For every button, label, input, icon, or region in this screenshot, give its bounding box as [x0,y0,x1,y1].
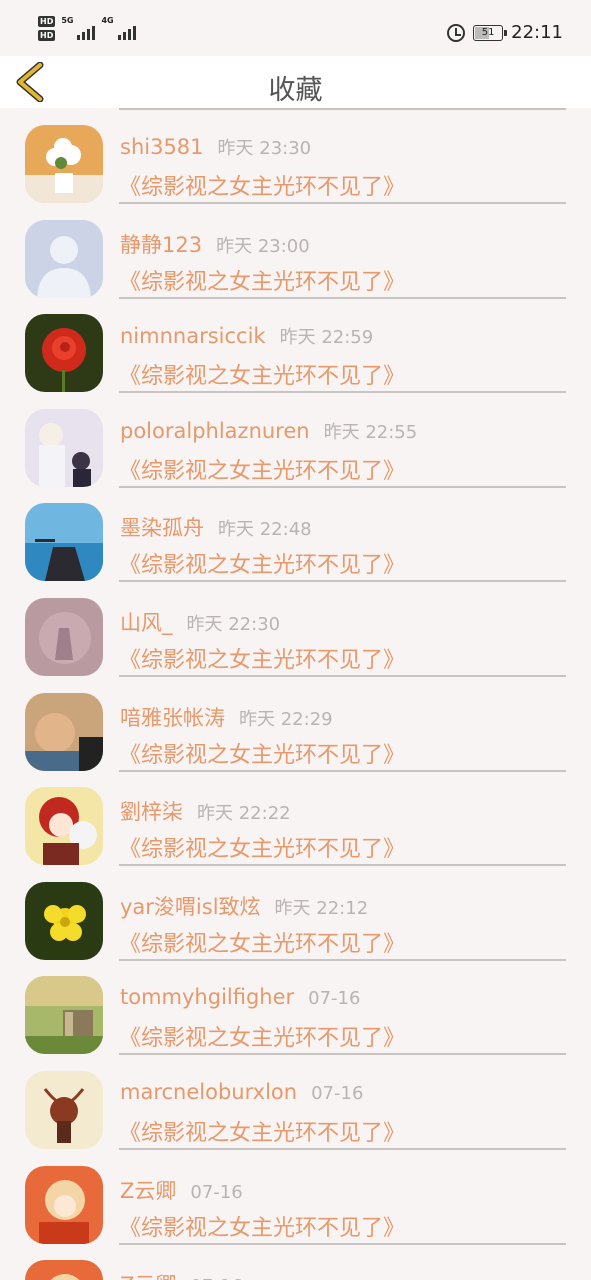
user-meta-line: poloralphlaznuren 昨天 22:55 [120,418,417,444]
user-name[interactable]: Z云卿 [120,1273,176,1280]
favorite-list-item[interactable]: shi3581 昨天 23:30 《综影视之女主光环不见了》 [0,108,591,204]
favorite-time: 昨天 22:29 [239,708,333,730]
user-meta-line: Z云卿 07-16 [120,1269,243,1280]
hd-badge-2: HD [38,30,56,41]
user-name[interactable]: Z云卿 [120,1179,176,1203]
book-title-link[interactable]: 《综影视之女主光环不见了》 [119,453,405,485]
favorite-time: 昨天 22:30 [186,614,281,635]
user-name[interactable]: 劉梓柒 [120,800,183,824]
favorite-list-item[interactable]: nimnnarsiccik 昨天 22:59 《综影视之女主光环不见了》 [0,297,591,394]
header-bar: 收藏 [0,56,591,108]
book-title-link[interactable]: 《综影视之女主光环不见了》 [119,169,405,201]
status-clock: 22:11 [511,22,563,43]
favorite-time: 昨天 22:59 [279,327,374,349]
user-meta-line: 喑雅张帐涛 昨天 22:29 [120,702,333,732]
book-title-link[interactable]: 《综影视之女主光环不见了》 [119,358,405,390]
user-meta-line: tommyhgilfigher 07-16 [120,985,360,1009]
book-title-link[interactable]: 《综影视之女主光环不见了》 [119,1210,405,1242]
battery-level: 51 [481,26,495,38]
alarm-icon [447,23,466,42]
favorite-time: 07-16 [190,1276,242,1280]
favorite-time: 07-16 [311,1083,364,1104]
user-name[interactable]: 静静123 [120,233,202,257]
battery-icon: 51 [473,24,508,41]
avatar[interactable] [25,314,103,393]
book-title-link[interactable]: 《综影视之女主光环不见了》 [119,1020,405,1052]
avatar[interactable] [25,1165,103,1244]
favorite-list-item[interactable]: 劉梓柒 昨天 22:22 《综影视之女主光环不见了》 [0,770,591,867]
avatar[interactable] [25,1071,103,1149]
favorite-list-item[interactable]: 墨染孤舟 昨天 22:48 《综影视之女主光环不见了》 [0,486,591,583]
favorite-list-item[interactable]: Z云卿 07-16 [0,1243,591,1280]
user-name[interactable]: marcneloburxlon [120,1080,297,1104]
page-title: 收藏 [268,75,323,106]
user-name[interactable]: 喑雅张帐涛 [120,706,225,730]
user-meta-line: 山风_ 昨天 22:30 [120,607,280,637]
avatar[interactable] [25,408,103,487]
avatar[interactable] [25,976,103,1055]
favorite-list-item[interactable]: marcneloburxlon 07-16 《综影视之女主光环不见了》 [0,1054,591,1150]
book-title-link[interactable]: 《综影视之女主光环不见了》 [119,547,405,579]
favorite-list-item[interactable]: 喑雅张帐涛 昨天 22:29 《综影视之女主光环不见了》 [0,676,591,772]
network-4g-label: 4G [101,16,114,25]
avatar[interactable] [25,598,103,676]
book-title-link[interactable]: 《综影视之女主光环不见了》 [119,1115,405,1147]
hd-badge-1: HD [38,16,56,27]
avatar[interactable] [25,219,103,298]
user-meta-line: nimnnarsiccik 昨天 22:59 [120,323,373,349]
user-meta-line: 静静123 昨天 23:00 [120,229,310,259]
favorite-time: 昨天 22:48 [218,519,312,541]
favorite-time: 昨天 23:30 [217,138,312,159]
book-title-link[interactable]: 《综影视之女主光环不见了》 [119,926,405,958]
signal-icon [117,22,136,40]
favorite-time: 07-16 [190,1181,243,1203]
user-meta-line: Z云卿 07-16 [120,1175,243,1205]
favorite-time: 昨天 22:22 [197,803,291,825]
book-title-link[interactable]: 《综影视之女主光环不见了》 [119,642,405,674]
favorite-time: 07-16 [308,988,361,1010]
favorite-time: 昨天 22:55 [323,421,418,443]
signal-icon [77,22,96,40]
user-meta-line: 墨染孤舟 昨天 22:48 [120,512,312,542]
user-name[interactable]: poloralphlaznuren [120,419,310,443]
favorite-list-item[interactable]: 静静123 昨天 23:00 《综影视之女主光环不见了》 [0,203,591,299]
favorite-time: 昨天 22:12 [274,897,369,919]
book-title-link[interactable]: 《综影视之女主光环不见了》 [119,831,405,863]
user-meta-line: 劉梓柒 昨天 22:22 [120,796,291,826]
book-title-link[interactable]: 《综影视之女主光环不见了》 [119,264,405,296]
favorite-list-item[interactable]: tommyhgilfigher 07-16 《综影视之女主光环不见了》 [0,959,591,1056]
favorite-list-item[interactable]: Z云卿 07-16 《综影视之女主光环不见了》 [0,1149,591,1245]
user-name[interactable]: yar浚喟isl致炫 [120,895,261,919]
avatar[interactable] [25,503,103,582]
avatar[interactable] [25,692,103,771]
user-name[interactable]: 墨染孤舟 [120,516,204,540]
user-name[interactable]: shi3581 [120,135,204,159]
favorite-time: 昨天 23:00 [216,235,310,257]
avatar[interactable] [25,125,103,203]
user-name[interactable]: nimnnarsiccik [120,324,266,348]
user-meta-line: shi3581 昨天 23:30 [120,134,311,160]
favorite-list-item[interactable]: poloralphlaznuren 昨天 22:55 《综影视之女主光环不见了》 [0,392,591,488]
status-bar: HD HD 5G 4G 51 22:11 [0,0,591,56]
network-5g-label: 5G [61,16,74,25]
signal-group: HD HD 5G 4G [38,16,136,41]
user-name[interactable]: 山风_ [120,611,173,635]
avatar[interactable] [25,881,103,960]
book-title-link[interactable]: 《综影视之女主光环不见了》 [119,737,405,769]
avatar[interactable] [25,1260,103,1280]
user-meta-line: marcneloburxlon 07-16 [120,1080,363,1104]
user-name[interactable]: tommyhgilfigher [120,985,294,1009]
avatar[interactable] [25,787,103,866]
favorite-list-item[interactable]: yar浚喟isl致炫 昨天 22:12 《综影视之女主光环不见了》 [0,865,591,961]
user-meta-line: yar浚喟isl致炫 昨天 22:12 [120,891,368,921]
favorite-list-item[interactable]: 山风_ 昨天 22:30 《综影视之女主光环不见了》 [0,581,591,677]
